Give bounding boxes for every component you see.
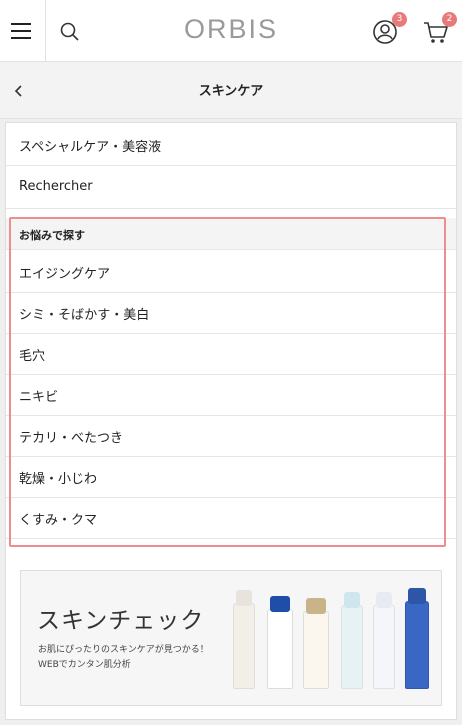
menu-item-label: 毛穴 <box>19 349 46 364</box>
section-header: お悩みで探す <box>6 218 456 250</box>
menu-item-oiliness[interactable]: テカリ・べたつき <box>6 414 456 457</box>
menu-item-label: シミ・そばかす・美白 <box>19 308 150 323</box>
section-title: お悩みで探す <box>19 229 85 242</box>
menu-item-label: ニキビ <box>19 390 59 405</box>
banner-line-1: お肌にぴったりのスキンケアが見つかる！ <box>38 645 209 655</box>
menu-item-label: 乾燥・小じわ <box>19 472 98 487</box>
cart-button[interactable]: 2 <box>422 12 457 46</box>
menu-item-dryness[interactable]: 乾燥・小じわ <box>6 455 456 498</box>
cart-badge: 2 <box>442 12 457 27</box>
account-badge: 3 <box>392 12 407 27</box>
menu-item-label: スペシャルケア・美容液 <box>19 140 162 155</box>
skin-check-banner[interactable]: スキンチェック お肌にぴったりのスキンケアが見つかる！ WEBでカンタン肌分析 <box>20 570 442 706</box>
page-title: スキンケア <box>198 84 264 99</box>
account-button[interactable]: 3 <box>372 12 407 46</box>
banner-line-2: WEBでカンタン肌分析 <box>38 660 131 670</box>
menu-item-label: エイジングケア <box>19 267 111 282</box>
menu-item-label: くすみ・クマ <box>19 513 98 528</box>
banner-text: お肌にぴったりのスキンケアが見つかる！ WEBでカンタン肌分析 <box>38 643 209 673</box>
menu-item-label: Rechercher <box>19 179 93 194</box>
menu-item-dullness[interactable]: くすみ・クマ <box>6 496 456 539</box>
top-header: ORBIS 3 2 <box>0 0 462 62</box>
menu-item-special-care[interactable]: スペシャルケア・美容液 <box>6 123 456 166</box>
menu-item-acne[interactable]: ニキビ <box>6 373 456 416</box>
category-header: スキンケア <box>0 62 462 119</box>
banner-title: スキンチェック <box>37 608 205 634</box>
menu-item-pores[interactable]: 毛穴 <box>6 332 456 375</box>
menu-item-label: テカリ・べたつき <box>19 431 124 446</box>
menu-item-search[interactable]: Rechercher <box>6 166 456 209</box>
menu-item-spots-whitening[interactable]: シミ・そばかす・美白 <box>6 291 456 334</box>
menu-item-aging-care[interactable]: エイジングケア <box>6 250 456 293</box>
